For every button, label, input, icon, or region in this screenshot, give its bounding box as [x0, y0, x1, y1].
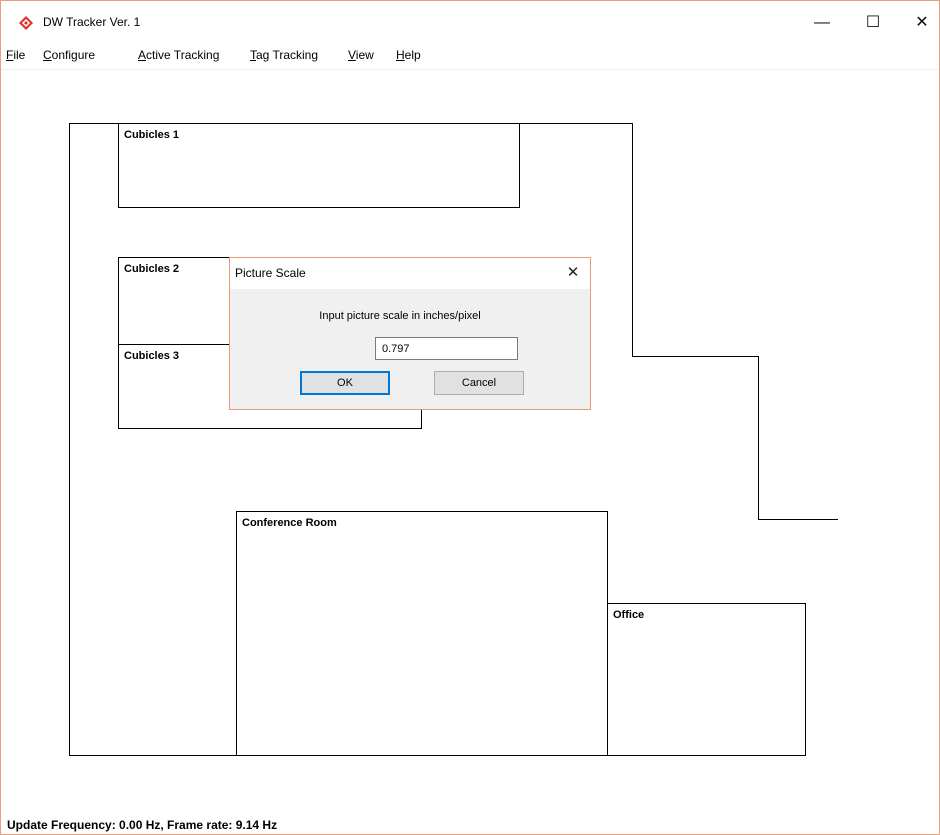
room-label: Conference Room — [242, 517, 337, 529]
room-conference: Conference Room — [236, 511, 608, 756]
room-label: Office — [613, 609, 645, 621]
menu-file-rest: ile — [13, 48, 26, 62]
menu-configure-mnemonic: C — [43, 48, 52, 62]
room-office: Office — [607, 603, 806, 756]
ok-button[interactable]: OK — [300, 371, 390, 395]
menu-help-rest: elp — [404, 48, 421, 62]
menu-view-rest: iew — [355, 48, 374, 62]
room-label: Cubicles 2 — [124, 263, 180, 275]
menu-bar: File Configure Active Tracking Tag Track… — [1, 41, 939, 70]
dialog-title: Picture Scale — [235, 266, 306, 280]
menu-tag-tracking[interactable]: Tag Tracking — [250, 48, 318, 62]
menu-active-tracking[interactable]: Active Tracking — [138, 48, 219, 62]
title-bar[interactable]: DW Tracker Ver. 1 — ☐ ✕ — [1, 1, 939, 41]
menu-help-mnemonic: H — [396, 48, 405, 62]
floorplan-wall-step — [632, 356, 759, 357]
room-cubicles-2: Cubicles 2 — [118, 257, 242, 345]
menu-view-mnemonic: V — [348, 48, 356, 62]
minimize-button[interactable]: — — [807, 9, 837, 37]
floorplan-wall-right-mid — [758, 356, 759, 520]
menu-tag-tracking-rest: ag Tracking — [256, 48, 319, 62]
dialog-prompt-label: Input picture scale in inches/pixel — [319, 310, 481, 322]
maximize-button[interactable]: ☐ — [858, 9, 888, 37]
menu-view[interactable]: View — [348, 48, 374, 62]
floorplan-wall-left — [69, 123, 70, 756]
status-text: Update Frequency: 0.00 Hz, Frame rate: 9… — [7, 818, 278, 832]
menu-help[interactable]: Help — [396, 48, 421, 62]
room-cubicles-1: Cubicles 1 — [118, 123, 520, 208]
floorplan-wall-right-upper — [632, 123, 633, 357]
close-button[interactable]: ✕ — [907, 9, 937, 37]
room-label: Cubicles 3 — [124, 350, 180, 362]
menu-configure[interactable]: Configure — [43, 48, 95, 62]
cancel-button[interactable]: Cancel — [434, 371, 524, 395]
menu-configure-rest: onfigure — [51, 48, 96, 62]
menu-active-tracking-mnemonic: A — [138, 48, 147, 62]
app-logo-icon — [19, 16, 33, 30]
room-label: Cubicles 1 — [124, 129, 180, 141]
window-title: DW Tracker Ver. 1 — [43, 15, 141, 29]
app-window: DW Tracker Ver. 1 — ☐ ✕ File Configure A… — [0, 0, 940, 835]
menu-active-tracking-rest: ctive Tracking — [146, 48, 220, 62]
picture-scale-dialog: Picture Scale ✕ Input picture scale in i… — [229, 257, 591, 410]
scale-input[interactable] — [375, 337, 518, 360]
floorplan-wall-right-stub — [758, 519, 838, 520]
menu-file[interactable]: File — [6, 48, 25, 62]
dialog-close-icon[interactable]: ✕ — [562, 262, 584, 284]
dialog-title-bar[interactable]: Picture Scale ✕ — [230, 258, 590, 289]
